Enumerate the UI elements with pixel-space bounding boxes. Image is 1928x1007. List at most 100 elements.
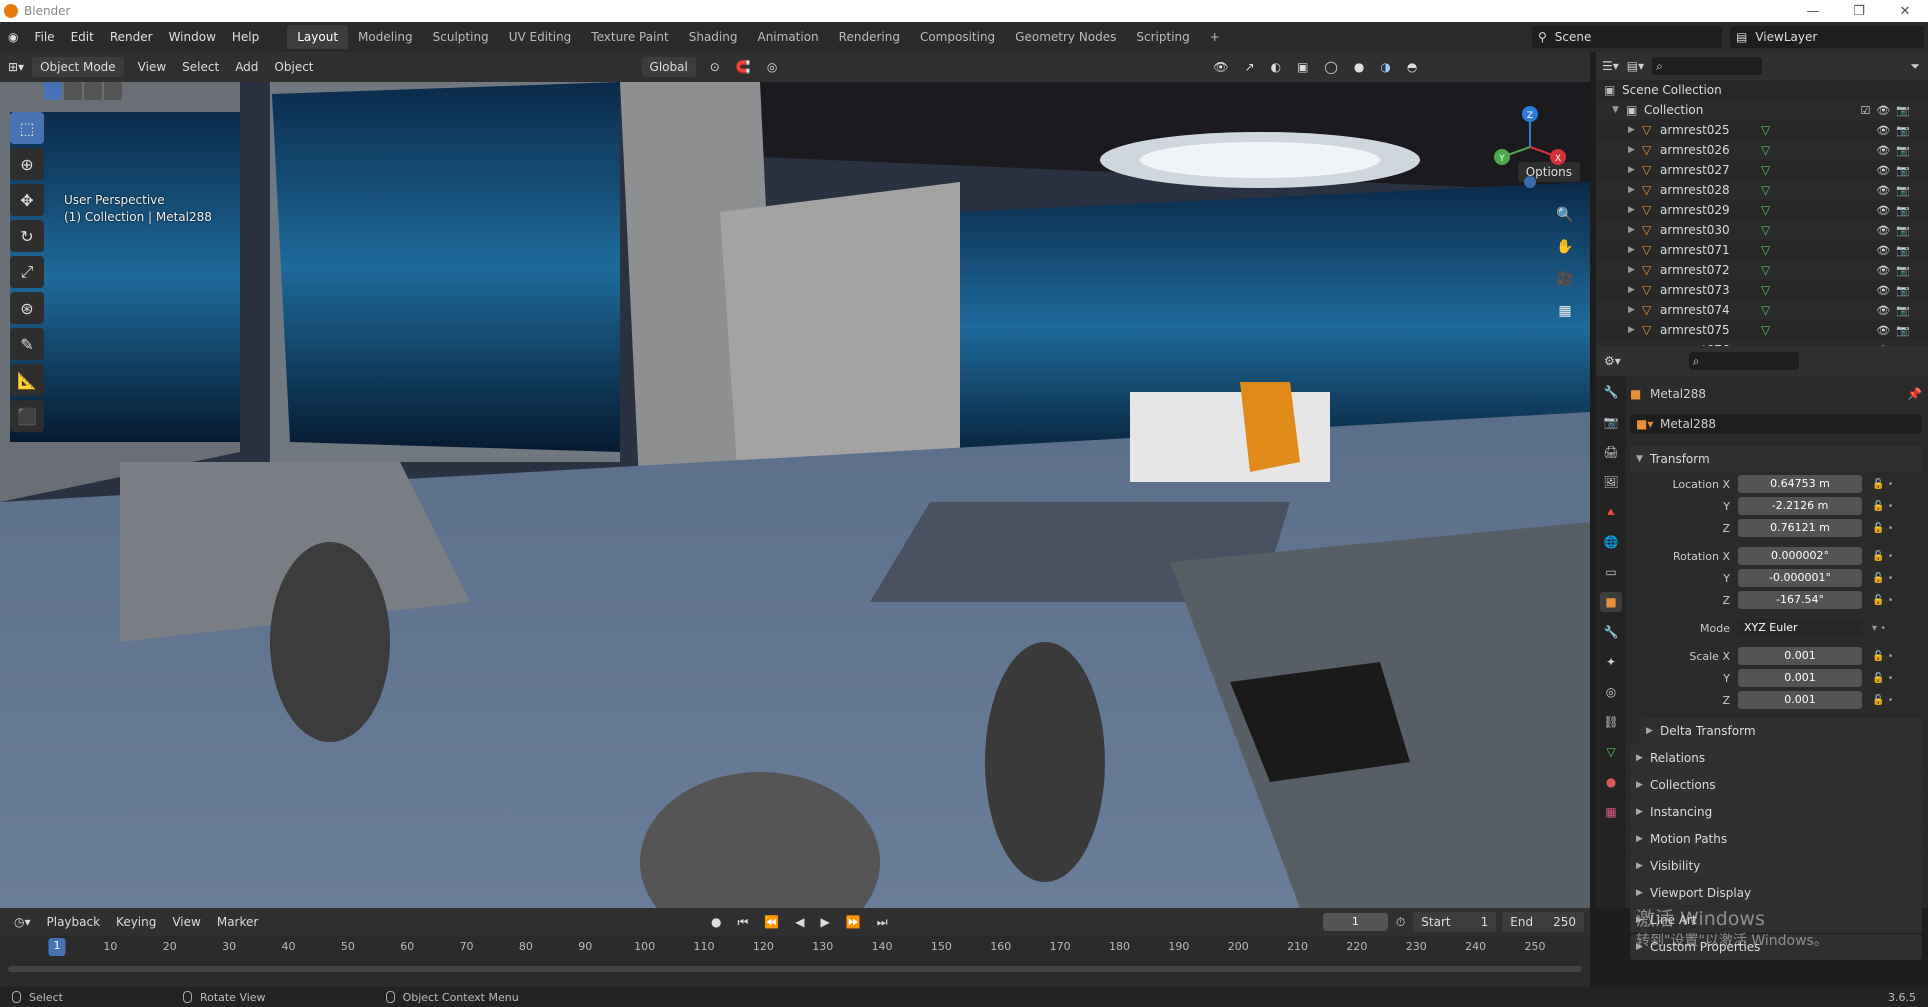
shading-wireframe-icon[interactable]: ◯ (1316, 57, 1345, 77)
visibility-icons[interactable]: 👁📷 (1876, 124, 1916, 137)
expand-triangle-icon[interactable]: ▶ (1628, 145, 1642, 155)
timeline-editor-icon[interactable]: ◷▾ (6, 912, 39, 932)
outliner-item-row[interactable]: ▶ ▽ armrest028 ▽ 👁📷 (1596, 180, 1928, 200)
visibility-icons[interactable]: 👁📷 (1876, 184, 1916, 197)
scale-x-field[interactable]: 0.001 (1738, 647, 1862, 665)
rotation-x-field[interactable]: 0.000002° (1738, 547, 1862, 565)
scene-tab-icon[interactable]: 🔺 (1600, 502, 1622, 522)
snap-icon[interactable]: 🧲 (728, 57, 759, 77)
menu-select[interactable]: Select (174, 57, 227, 77)
section-header[interactable]: ▶ Viewport Display (1630, 880, 1922, 906)
pivot-icon[interactable]: ⊙ (702, 57, 728, 77)
measure-tool-icon[interactable]: 📐 (10, 364, 44, 396)
modifier-tab-icon[interactable]: 🔧 (1600, 622, 1622, 642)
maximize-button[interactable]: ❐ (1836, 4, 1882, 19)
expand-triangle-icon[interactable]: ▶ (1628, 225, 1642, 235)
lock-icon[interactable]: 🔓 • (1872, 523, 1894, 534)
overlay-toggle-icon[interactable]: ◐ (1263, 57, 1289, 77)
workspace-tab-animation[interactable]: Animation (747, 25, 828, 49)
lock-icon[interactable]: 🔓 • (1872, 479, 1894, 490)
object-name[interactable]: Metal288 (1650, 387, 1706, 401)
move-tool-icon[interactable]: ✥ (10, 184, 44, 216)
outliner-item-row[interactable]: ▶ ▽ armrest071 ▽ 👁📷 (1596, 240, 1928, 260)
outliner-item-row[interactable]: ▶ ▽ armrest027 ▽ 👁📷 (1596, 160, 1928, 180)
rotation-y-field[interactable]: -0.000001° (1738, 569, 1862, 587)
menu-edit[interactable]: Edit (63, 30, 102, 44)
outliner-item-row[interactable]: ▶ ▽ armrest073 ▽ 👁📷 (1596, 280, 1928, 300)
navigation-gizmo[interactable]: Z X Y (1490, 102, 1570, 192)
visibility-icons[interactable]: 👁📷 (1876, 244, 1916, 257)
record-icon[interactable]: ● (703, 912, 729, 932)
section-header[interactable]: ▶ Visibility (1630, 853, 1922, 879)
material-tab-icon[interactable]: ● (1600, 772, 1622, 792)
data-tab-icon[interactable]: ▽ (1600, 742, 1622, 762)
menu-render[interactable]: Render (102, 30, 161, 44)
editor-type-icon[interactable]: ⊞▾ (0, 57, 32, 77)
visibility-icons[interactable]: 👁📷 (1876, 204, 1916, 217)
texture-tab-icon[interactable]: ▦ (1600, 802, 1622, 822)
jump-start-icon[interactable]: ⏮ (730, 912, 757, 933)
zoom-icon[interactable]: 🔍 (1552, 202, 1578, 228)
lock-icon[interactable]: 🔓 • (1872, 595, 1894, 606)
expand-triangle-icon[interactable]: ▼ (1612, 105, 1626, 115)
section-header[interactable]: ▶ Collections (1630, 772, 1922, 798)
expand-triangle-icon[interactable]: ▶ (1628, 245, 1642, 255)
workspace-tab-texture-paint[interactable]: Texture Paint (581, 25, 678, 49)
render-tab-icon[interactable]: 📷 (1600, 412, 1622, 432)
jump-end-icon[interactable]: ⏭ (869, 912, 896, 933)
pan-hand-icon[interactable]: ✋ (1552, 234, 1578, 260)
transform-section-header[interactable]: ▼ Transform (1630, 446, 1922, 472)
lock-icon[interactable]: 🔓 • (1872, 695, 1894, 706)
annotate-tool-icon[interactable]: ✎ (10, 328, 44, 360)
lock-icon[interactable]: 🔓 • (1872, 551, 1894, 562)
outliner-item-row[interactable]: ▶ ▽ armrest029 ▽ 👁📷 (1596, 200, 1928, 220)
prev-keyframe-icon[interactable]: ⏪ (756, 912, 787, 932)
workspace-tab-geometry-nodes[interactable]: Geometry Nodes (1005, 25, 1126, 49)
expand-triangle-icon[interactable]: ▶ (1628, 305, 1642, 315)
timeline-ruler[interactable]: 1 10 20 30 40 50 60 70 80 90 100 110 120 130 140 150 16… (0, 938, 1590, 958)
play-icon[interactable]: ▶ (813, 912, 838, 932)
select-extend-icon[interactable] (64, 82, 82, 100)
outliner-item-row[interactable]: ▶ ▽ armrest075 ▽ 👁📷 (1596, 320, 1928, 340)
lock-icon[interactable]: 🔓 • (1872, 651, 1894, 662)
scale-z-field[interactable]: 0.001 (1738, 691, 1862, 709)
constraints-tab-icon[interactable]: ⛓ (1600, 712, 1622, 732)
transform-orientation-selector[interactable]: Global (641, 57, 696, 77)
current-frame-indicator[interactable]: 1 (48, 938, 66, 956)
expand-triangle-icon[interactable]: ▶ (1628, 125, 1642, 135)
outliner-editor-icon[interactable]: ☰▾ (1602, 59, 1619, 73)
mode-selector[interactable]: Object Mode (32, 57, 124, 77)
rotation-mode-select[interactable]: XYZ Euler (1738, 619, 1862, 637)
blender-menu-icon[interactable]: ◉ (0, 30, 26, 44)
outliner-item-row[interactable]: ▶ ▽ armrest026 ▽ 👁📷 (1596, 140, 1928, 160)
menu-object[interactable]: Object (266, 57, 321, 77)
pin-icon[interactable]: 📌 (1907, 387, 1922, 401)
visibility-icons[interactable]: 👁📷 (1876, 304, 1916, 317)
expand-triangle-icon[interactable]: ▶ (1628, 285, 1642, 295)
select-subtract-icon[interactable] (84, 82, 102, 100)
menu-keying[interactable]: Keying (108, 912, 164, 932)
world-tab-icon[interactable]: 🌐 (1600, 532, 1622, 552)
cursor-tool-icon[interactable]: ⊕ (10, 148, 44, 180)
visibility-icons[interactable]: 👁📷 (1876, 224, 1916, 237)
menu-add[interactable]: Add (227, 57, 266, 77)
clock-icon[interactable]: ⏱ (1388, 912, 1413, 933)
section-header[interactable]: ▶ Instancing (1630, 799, 1922, 825)
expand-triangle-icon[interactable]: ▶ (1628, 325, 1642, 335)
location-x-field[interactable]: 0.64753 m (1738, 475, 1862, 493)
collection-row[interactable]: ▼ ▣ Collection ☑👁📷 (1596, 100, 1928, 120)
workspace-tab-sculpting[interactable]: Sculpting (423, 25, 499, 49)
timeline-scrollbar[interactable] (8, 966, 1582, 972)
menu-help[interactable]: Help (224, 30, 267, 44)
output-tab-icon[interactable]: 🖨 (1600, 442, 1622, 462)
outliner-item-row[interactable]: ▶ ▽ armrest030 ▽ 👁📷 (1596, 220, 1928, 240)
ortho-grid-icon[interactable]: ▦ (1552, 298, 1578, 324)
expand-triangle-icon[interactable]: ▶ (1628, 265, 1642, 275)
start-frame-field[interactable]: Start 1 (1413, 912, 1497, 932)
shading-material-icon[interactable]: ◑ (1372, 57, 1398, 77)
tool-tab-icon[interactable]: 🔧 (1600, 382, 1622, 402)
section-header[interactable]: ▶ Delta Transform (1640, 718, 1922, 744)
outliner-search-input[interactable]: ⌕ (1652, 57, 1763, 75)
data-name-field[interactable]: ■▾ Metal288 (1630, 414, 1922, 434)
menu-playback[interactable]: Playback (39, 912, 109, 932)
